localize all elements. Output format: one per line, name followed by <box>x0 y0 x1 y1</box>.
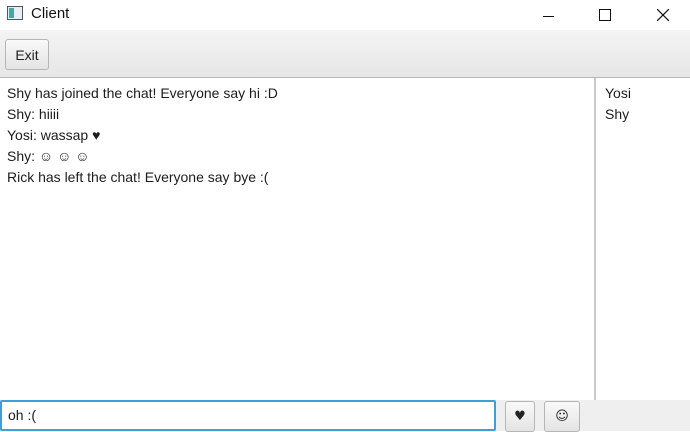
maximize-icon <box>599 9 611 21</box>
chat-message: Shy: ☺ ☺ ☺ <box>7 148 90 164</box>
app-icon <box>7 6 23 20</box>
chat-message: Rick has left the chat! Everyone say bye… <box>7 169 269 185</box>
maximize-button[interactable] <box>582 0 628 30</box>
exit-button[interactable]: Exit <box>5 39 49 70</box>
smile-icon: ☺ <box>555 409 569 424</box>
user-list-item[interactable]: Shy <box>605 106 629 122</box>
smile-emoji-button[interactable]: ☺ <box>544 401 580 432</box>
heart-emoji-button[interactable]: ♥ <box>505 401 535 432</box>
message-input[interactable]: oh :( <box>0 400 496 431</box>
user-list[interactable]: Yosi Shy <box>596 78 690 400</box>
chat-messages-area[interactable]: Shy has joined the chat! Everyone say hi… <box>0 78 594 400</box>
close-icon <box>657 9 669 21</box>
user-list-item[interactable]: Yosi <box>605 85 631 101</box>
chat-message: Shy: hiiii <box>7 106 60 122</box>
message-bar: oh :( ♥ ☺ <box>0 400 690 432</box>
heart-icon: ♥ <box>514 409 526 424</box>
chat-message: Shy has joined the chat! Everyone say hi… <box>7 85 278 101</box>
minimize-icon <box>542 15 554 17</box>
chat-message: Yosi: wassap ♥ <box>7 127 101 143</box>
toolbar: Exit <box>0 30 690 78</box>
window-title: Client <box>31 5 70 22</box>
title-bar: Client <box>0 0 690 30</box>
minimize-button[interactable] <box>525 0 571 30</box>
close-button[interactable] <box>640 0 686 30</box>
